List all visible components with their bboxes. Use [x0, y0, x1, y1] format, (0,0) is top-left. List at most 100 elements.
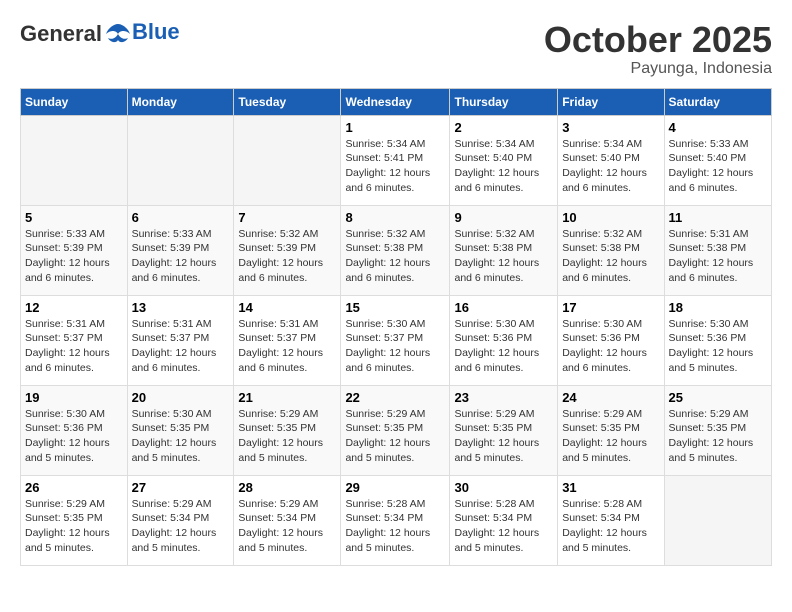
day-info: Sunrise: 5:28 AMSunset: 5:34 PMDaylight:… [562, 497, 659, 556]
day-info: Sunrise: 5:33 AMSunset: 5:40 PMDaylight:… [669, 137, 767, 196]
day-info: Sunrise: 5:28 AMSunset: 5:34 PMDaylight:… [345, 497, 445, 556]
day-number: 6 [132, 210, 230, 225]
day-number: 1 [345, 120, 445, 135]
calendar-cell: 1 Sunrise: 5:34 AMSunset: 5:41 PMDaylight… [341, 115, 450, 205]
calendar-cell: 12 Sunrise: 5:31 AMSunset: 5:37 PMDayligh… [21, 295, 128, 385]
calendar-cell: 16 Sunrise: 5:30 AMSunset: 5:36 PMDayligh… [450, 295, 558, 385]
calendar-week-3: 12 Sunrise: 5:31 AMSunset: 5:37 PMDayligh… [21, 295, 772, 385]
day-info: Sunrise: 5:30 AMSunset: 5:36 PMDaylight:… [454, 317, 553, 376]
calendar-cell: 25Sunrise: 5:29 AMSunset: 5:35 PMDayligh… [664, 385, 771, 475]
calendar-cell: 9 Sunrise: 5:32 AMSunset: 5:38 PMDaylight… [450, 205, 558, 295]
calendar-cell: 26 Sunrise: 5:29 AMSunset: 5:35 PMDayligh… [21, 475, 128, 565]
calendar-cell: 27 Sunrise: 5:29 AMSunset: 5:34 PMDayligh… [127, 475, 234, 565]
month-title: October 2025 [544, 20, 772, 60]
calendar-cell: 4 Sunrise: 5:33 AMSunset: 5:40 PMDaylight… [664, 115, 771, 205]
calendar-week-5: 26 Sunrise: 5:29 AMSunset: 5:35 PMDayligh… [21, 475, 772, 565]
calendar-cell: 18Sunrise: 5:30 AMSunset: 5:36 PMDayligh… [664, 295, 771, 385]
day-info: Sunrise: 5:32 AMSunset: 5:38 PMDaylight:… [345, 227, 445, 286]
day-info: Sunrise: 5:34 AMSunset: 5:40 PMDaylight:… [454, 137, 553, 196]
day-info: Sunrise: 5:33 AMSunset: 5:39 PMDaylight:… [25, 227, 123, 286]
logo-blue: Blue [132, 19, 180, 44]
day-info: Sunrise: 5:31 AMSunset: 5:37 PMDaylight:… [238, 317, 336, 376]
logo-general: General [20, 21, 102, 47]
day-number: 24 [562, 390, 659, 405]
day-info: Sunrise: 5:34 AMSunset: 5:40 PMDaylight:… [562, 137, 659, 196]
day-number: 17 [562, 300, 659, 315]
day-number: 26 [25, 480, 123, 495]
calendar-cell: 29 Sunrise: 5:28 AMSunset: 5:34 PMDayligh… [341, 475, 450, 565]
calendar-cell: 13Sunrise: 5:31 AMSunset: 5:37 PMDayligh… [127, 295, 234, 385]
day-info: Sunrise: 5:34 AMSunset: 5:41 PMDaylight:… [345, 137, 445, 196]
day-info: Sunrise: 5:29 AMSunset: 5:35 PMDaylight:… [25, 497, 123, 556]
day-number: 22 [345, 390, 445, 405]
calendar-cell: 6Sunrise: 5:33 AMSunset: 5:39 PMDaylight… [127, 205, 234, 295]
title-block: October 2025 Payunga, Indonesia [544, 20, 772, 78]
day-info: Sunrise: 5:32 AMSunset: 5:38 PMDaylight:… [562, 227, 659, 286]
day-number: 4 [669, 120, 767, 135]
calendar-body: 1 Sunrise: 5:34 AMSunset: 5:41 PMDaylight… [21, 115, 772, 565]
weekday-header-thursday: Thursday [450, 88, 558, 115]
calendar-cell: 8 Sunrise: 5:32 AMSunset: 5:38 PMDaylight… [341, 205, 450, 295]
day-number: 13 [132, 300, 230, 315]
day-number: 16 [454, 300, 553, 315]
weekday-header-friday: Friday [558, 88, 664, 115]
calendar-table: SundayMondayTuesdayWednesdayThursdayFrid… [20, 88, 772, 566]
calendar-cell: 15 Sunrise: 5:30 AMSunset: 5:37 PMDayligh… [341, 295, 450, 385]
calendar-cell: 30Sunrise: 5:28 AMSunset: 5:34 PMDayligh… [450, 475, 558, 565]
calendar-week-2: 5 Sunrise: 5:33 AMSunset: 5:39 PMDaylight… [21, 205, 772, 295]
logo: General Blue [20, 20, 180, 48]
day-info: Sunrise: 5:31 AMSunset: 5:37 PMDaylight:… [25, 317, 123, 376]
day-info: Sunrise: 5:30 AMSunset: 5:37 PMDaylight:… [345, 317, 445, 376]
calendar-cell: 2Sunrise: 5:34 AMSunset: 5:40 PMDaylight… [450, 115, 558, 205]
day-number: 5 [25, 210, 123, 225]
day-number: 7 [238, 210, 336, 225]
calendar-cell: 17 Sunrise: 5:30 AMSunset: 5:36 PMDayligh… [558, 295, 664, 385]
calendar-cell [21, 115, 128, 205]
weekday-header-tuesday: Tuesday [234, 88, 341, 115]
calendar-header-row: SundayMondayTuesdayWednesdayThursdayFrid… [21, 88, 772, 115]
day-number: 18 [669, 300, 767, 315]
day-info: Sunrise: 5:29 AMSunset: 5:35 PMDaylight:… [238, 407, 336, 466]
calendar-cell [664, 475, 771, 565]
weekday-header-wednesday: Wednesday [341, 88, 450, 115]
calendar-cell: 28Sunrise: 5:29 AMSunset: 5:34 PMDayligh… [234, 475, 341, 565]
day-info: Sunrise: 5:30 AMSunset: 5:36 PMDaylight:… [562, 317, 659, 376]
calendar-cell: 21 Sunrise: 5:29 AMSunset: 5:35 PMDayligh… [234, 385, 341, 475]
day-number: 20 [132, 390, 230, 405]
day-number: 27 [132, 480, 230, 495]
logo-bird-icon [104, 20, 132, 48]
day-number: 8 [345, 210, 445, 225]
day-number: 30 [454, 480, 553, 495]
day-number: 10 [562, 210, 659, 225]
calendar-cell: 19 Sunrise: 5:30 AMSunset: 5:36 PMDayligh… [21, 385, 128, 475]
day-info: Sunrise: 5:29 AMSunset: 5:34 PMDaylight:… [132, 497, 230, 556]
calendar-cell: 7 Sunrise: 5:32 AMSunset: 5:39 PMDaylight… [234, 205, 341, 295]
day-info: Sunrise: 5:29 AMSunset: 5:35 PMDaylight:… [669, 407, 767, 466]
calendar-week-1: 1 Sunrise: 5:34 AMSunset: 5:41 PMDaylight… [21, 115, 772, 205]
day-info: Sunrise: 5:32 AMSunset: 5:38 PMDaylight:… [454, 227, 553, 286]
day-number: 11 [669, 210, 767, 225]
day-number: 14 [238, 300, 336, 315]
day-number: 29 [345, 480, 445, 495]
calendar-cell: 5 Sunrise: 5:33 AMSunset: 5:39 PMDaylight… [21, 205, 128, 295]
day-number: 15 [345, 300, 445, 315]
day-info: Sunrise: 5:30 AMSunset: 5:36 PMDaylight:… [25, 407, 123, 466]
day-info: Sunrise: 5:29 AMSunset: 5:34 PMDaylight:… [238, 497, 336, 556]
calendar-cell [234, 115, 341, 205]
calendar-week-4: 19 Sunrise: 5:30 AMSunset: 5:36 PMDayligh… [21, 385, 772, 475]
day-info: Sunrise: 5:32 AMSunset: 5:39 PMDaylight:… [238, 227, 336, 286]
calendar-cell: 11Sunrise: 5:31 AMSunset: 5:38 PMDayligh… [664, 205, 771, 295]
calendar-cell: 31Sunrise: 5:28 AMSunset: 5:34 PMDayligh… [558, 475, 664, 565]
day-info: Sunrise: 5:30 AMSunset: 5:35 PMDaylight:… [132, 407, 230, 466]
day-number: 12 [25, 300, 123, 315]
weekday-header-monday: Monday [127, 88, 234, 115]
day-info: Sunrise: 5:29 AMSunset: 5:35 PMDaylight:… [454, 407, 553, 466]
day-number: 21 [238, 390, 336, 405]
day-number: 3 [562, 120, 659, 135]
day-number: 19 [25, 390, 123, 405]
day-info: Sunrise: 5:29 AMSunset: 5:35 PMDaylight:… [562, 407, 659, 466]
weekday-header-sunday: Sunday [21, 88, 128, 115]
day-number: 23 [454, 390, 553, 405]
day-info: Sunrise: 5:29 AMSunset: 5:35 PMDaylight:… [345, 407, 445, 466]
day-number: 9 [454, 210, 553, 225]
